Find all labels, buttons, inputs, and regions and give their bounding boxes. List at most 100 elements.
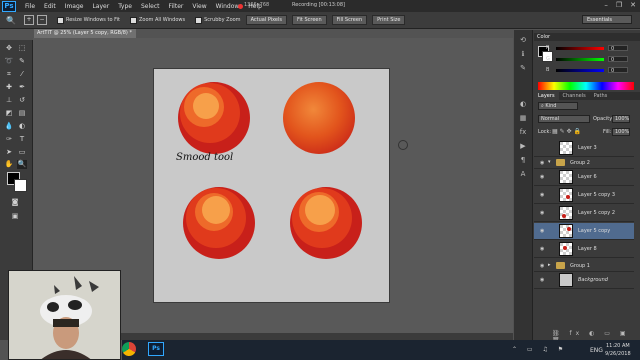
eye-icon[interactable]: ◉: [540, 246, 546, 252]
pen-tool-icon[interactable]: ✑: [4, 135, 14, 144]
zoom-tool-icon[interactable]: 🔍: [6, 16, 16, 25]
layer-row[interactable]: ◉ Layer 6: [534, 169, 634, 186]
lasso-tool-icon[interactable]: ➰: [4, 57, 14, 66]
eye-icon[interactable]: ◉: [540, 192, 546, 198]
menu-image[interactable]: Image: [65, 3, 84, 10]
g-slider[interactable]: [556, 58, 604, 61]
layer-row-selected[interactable]: ◉ Layer 5 copy: [534, 223, 634, 240]
print-size-button[interactable]: Print Size: [372, 15, 406, 25]
tab-layers[interactable]: Layers: [534, 92, 559, 100]
move-tool-icon[interactable]: ✥: [4, 44, 14, 53]
fit-screen-button[interactable]: Fit Screen: [292, 15, 327, 25]
color-panel-header[interactable]: Color: [534, 33, 640, 41]
workspace-select[interactable]: Essentials: [582, 15, 632, 24]
zoom-tool-button-icon[interactable]: 🔍: [17, 160, 27, 169]
g-value-input[interactable]: 0: [608, 56, 628, 63]
language-indicator[interactable]: ENG: [590, 347, 603, 354]
fill-screen-button[interactable]: Fill Screen: [331, 15, 368, 25]
swatches-icon[interactable]: ▦: [518, 114, 528, 123]
r-slider[interactable]: [556, 47, 604, 50]
group-row[interactable]: ◉ ▾ Group 2: [534, 157, 634, 169]
close-button[interactable]: ✕: [630, 1, 636, 9]
blend-mode-select[interactable]: Normal: [538, 115, 590, 123]
menu-select[interactable]: Select: [141, 3, 160, 10]
actions-icon[interactable]: ▶: [518, 142, 528, 151]
paragraph-icon[interactable]: ¶: [518, 156, 528, 165]
tab-channels[interactable]: Channels: [559, 92, 590, 100]
quick-mask-icon[interactable]: ◙: [10, 198, 20, 207]
options-bar: 🔍 + − Resize Windows to Fit Zoom All Win…: [0, 12, 640, 29]
layer-row[interactable]: ◉ Layer 5 copy 2: [534, 205, 634, 222]
quick-select-tool-icon[interactable]: ✎: [17, 57, 27, 66]
expand-icon[interactable]: ▸: [548, 262, 551, 268]
layer-row[interactable]: ◉ Layer 5 copy 3: [534, 187, 634, 204]
shape-tool-icon[interactable]: ▭: [17, 148, 27, 157]
clone-stamp-tool-icon[interactable]: ⊥: [4, 96, 14, 105]
restore-button[interactable]: ❐: [616, 1, 622, 9]
layer-row[interactable]: ◉ Background: [534, 272, 634, 289]
r-label: R: [546, 45, 550, 51]
menu-edit[interactable]: Edit: [44, 3, 56, 10]
brush-panel-icon[interactable]: ✎: [518, 64, 528, 73]
type-tool-icon[interactable]: T: [17, 135, 27, 144]
eye-icon[interactable]: ◉: [540, 263, 546, 269]
photoshop-taskbar-icon[interactable]: Ps: [148, 342, 164, 356]
scrubby-zoom-checkbox[interactable]: Scrubby Zoom: [195, 16, 241, 24]
screen-mode-icon[interactable]: ▣: [10, 212, 20, 221]
handwritten-annotation: Smood tool: [176, 152, 234, 163]
layer-filter-select[interactable]: ⌕ Kind: [538, 102, 578, 110]
healing-tool-icon[interactable]: ✚: [4, 83, 14, 92]
menu-type[interactable]: Type: [118, 3, 132, 10]
history-panel-icon[interactable]: ⟲: [518, 36, 528, 45]
character-icon[interactable]: A: [518, 170, 528, 179]
menu-window[interactable]: Window: [216, 3, 240, 10]
tab-paths[interactable]: Paths: [590, 92, 612, 100]
eye-icon[interactable]: ◉: [540, 228, 546, 234]
r-value-input[interactable]: 0: [608, 45, 628, 52]
layer-row[interactable]: ◉ Layer 8: [534, 241, 634, 258]
b-value-input[interactable]: 0: [608, 67, 628, 74]
zoom-all-checkbox[interactable]: Zoom All Windows: [129, 16, 185, 24]
zoom-in-icon[interactable]: +: [23, 15, 34, 25]
actual-pixels-button[interactable]: Actual Pixels: [245, 15, 287, 25]
eye-icon[interactable]: ◉: [540, 160, 546, 166]
menu-view[interactable]: View: [192, 3, 206, 10]
blur-tool-icon[interactable]: 💧: [4, 122, 14, 131]
gradient-tool-icon[interactable]: ▤: [17, 109, 27, 118]
eye-icon[interactable]: ◉: [540, 210, 546, 216]
zoom-out-icon[interactable]: −: [36, 15, 47, 25]
layer-name: Layer 6: [578, 174, 597, 180]
history-brush-tool-icon[interactable]: ↺: [17, 96, 27, 105]
minimize-button[interactable]: –: [604, 1, 608, 9]
properties-panel-icon[interactable]: ℹ: [518, 50, 528, 59]
menu-file[interactable]: File: [25, 3, 35, 10]
system-tray-icons[interactable]: ⌃ ▭ ♫ ⚑: [512, 346, 567, 353]
clock[interactable]: 11:20 AM 9/26/2018: [605, 342, 631, 358]
color-spectrum[interactable]: [538, 82, 634, 90]
expand-icon[interactable]: ▾: [548, 159, 551, 165]
document-tab[interactable]: ArtTIT @ 25% (Layer 5 copy, RGB/8) *: [34, 29, 136, 38]
opacity-input[interactable]: 100%: [612, 115, 630, 123]
dodge-tool-icon[interactable]: ◐: [17, 122, 27, 131]
resize-windows-checkbox[interactable]: Resize Windows to Fit: [56, 16, 120, 24]
layer-row[interactable]: Layer 3: [534, 140, 634, 157]
group-row[interactable]: ◉ ▸ Group 1: [534, 260, 634, 272]
adjustments-icon[interactable]: ◐: [518, 100, 528, 109]
eraser-tool-icon[interactable]: ◩: [4, 109, 14, 118]
hand-tool-icon[interactable]: ✋: [4, 160, 14, 169]
eye-icon[interactable]: ◉: [540, 174, 546, 180]
menu-filter[interactable]: Filter: [169, 3, 184, 10]
menu-layer[interactable]: Layer: [92, 3, 109, 10]
path-select-tool-icon[interactable]: ➤: [4, 148, 14, 157]
eyedropper-tool-icon[interactable]: ⁄: [17, 70, 27, 79]
b-slider[interactable]: [556, 69, 604, 72]
styles-icon[interactable]: fx: [518, 128, 528, 137]
brush-tool-icon[interactable]: ✒: [17, 83, 27, 92]
background-color-swatch[interactable]: [14, 179, 27, 192]
marquee-tool-icon[interactable]: ⬚: [17, 44, 27, 53]
chrome-icon[interactable]: [122, 342, 136, 356]
crop-tool-icon[interactable]: ⌗: [4, 70, 14, 79]
eye-icon[interactable]: ◉: [540, 277, 546, 283]
lock-icons[interactable]: ▦ ✎ ✥ 🔒: [552, 128, 581, 135]
fill-input[interactable]: 100%: [612, 128, 630, 136]
